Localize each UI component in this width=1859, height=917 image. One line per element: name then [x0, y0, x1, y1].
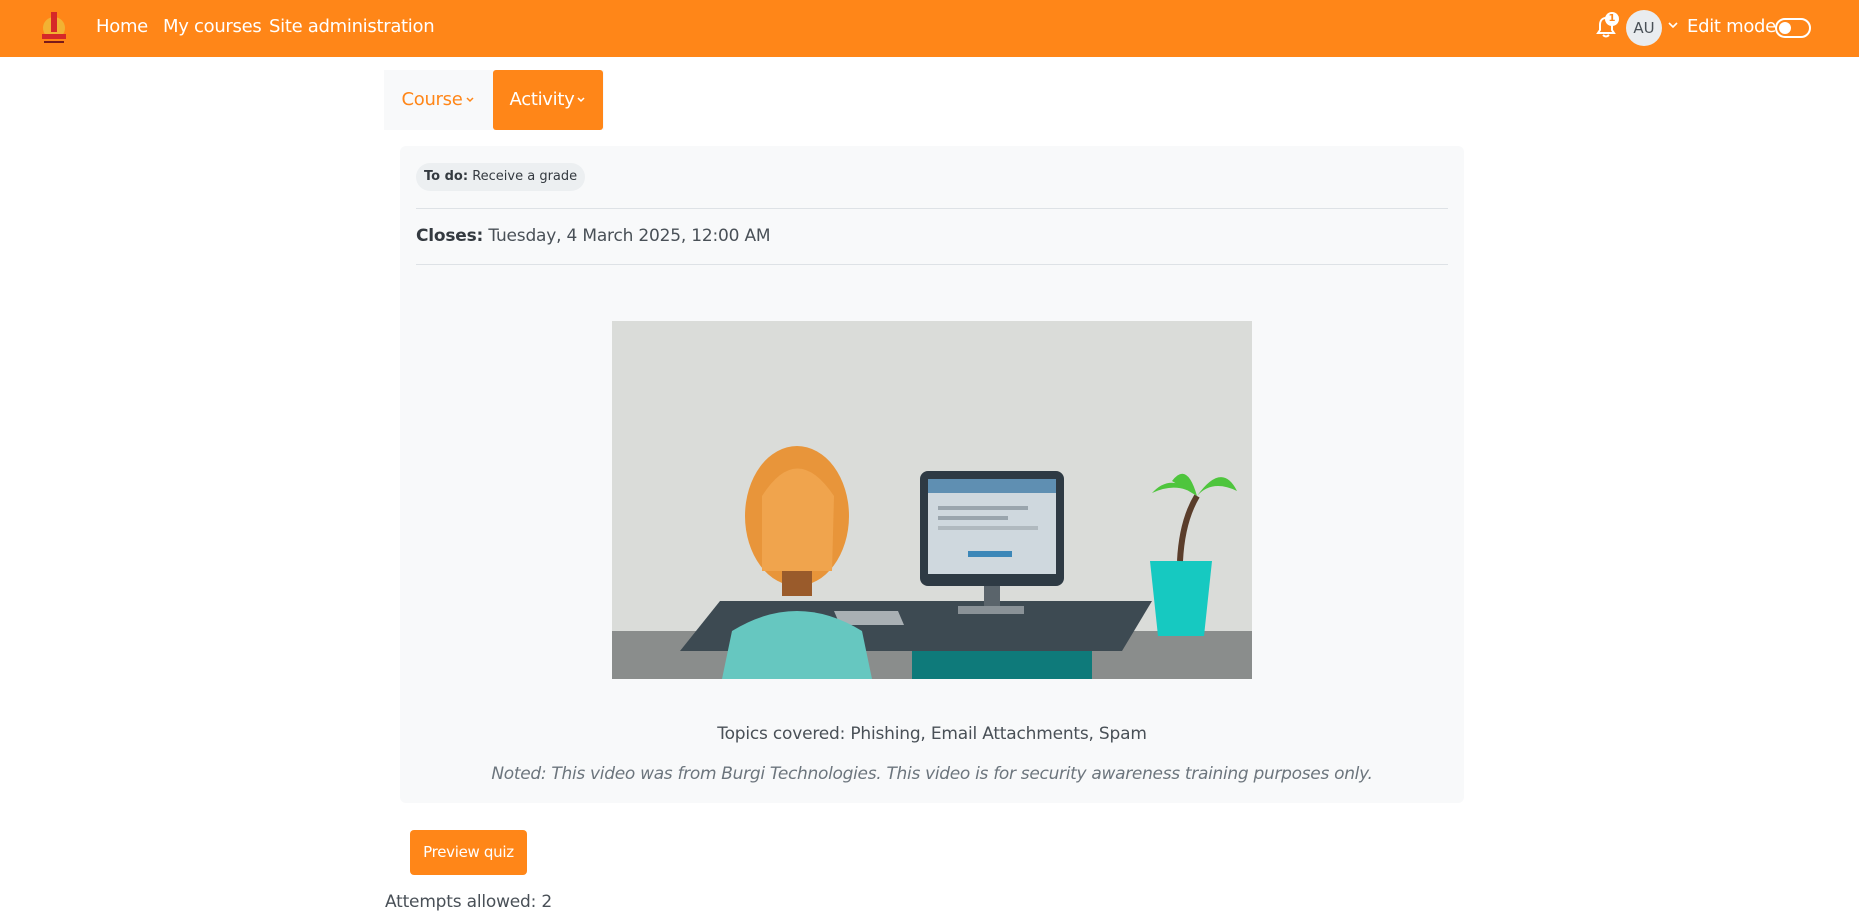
- todo-badge: To do: Receive a grade: [416, 163, 586, 191]
- video-thumbnail-image: [612, 321, 1252, 679]
- topics-covered-text: Topics covered: Phishing, Email Attachme…: [717, 724, 1147, 744]
- chevron-down-icon: [465, 97, 474, 103]
- tab-course[interactable]: Course: [384, 70, 492, 130]
- notification-count-badge: 1: [1605, 12, 1619, 26]
- closes-label: Closes:: [416, 226, 484, 246]
- chevron-down-icon: [577, 97, 585, 103]
- toggle-knob: [1779, 22, 1791, 34]
- todo-prefix: To do:: [424, 169, 469, 184]
- edit-mode-label: Edit mode: [1687, 16, 1776, 37]
- divider: [416, 264, 1448, 265]
- closes-value: Tuesday, 4 March 2025, 12:00 AM: [488, 226, 771, 246]
- nav-home-link[interactable]: Home: [96, 16, 148, 37]
- video-source-note: Noted: This video was from Burgi Technol…: [491, 764, 1373, 784]
- site-logo-icon[interactable]: [36, 8, 72, 48]
- tab-activity-label: Activity: [509, 89, 575, 110]
- edit-mode-toggle[interactable]: [1775, 18, 1811, 38]
- top-navbar: Home My courses Site administration 1 AU…: [0, 0, 1859, 57]
- preview-quiz-button[interactable]: Preview quiz: [410, 830, 527, 875]
- nav-my-courses-link[interactable]: My courses: [163, 16, 262, 37]
- closes-date: Closes: Tuesday, 4 March 2025, 12:00 AM: [416, 226, 771, 246]
- todo-text: Receive a grade: [472, 169, 578, 184]
- attempts-allowed-text: Attempts allowed: 2: [385, 892, 552, 912]
- nav-site-administration-link[interactable]: Site administration: [269, 16, 435, 37]
- user-avatar[interactable]: AU: [1626, 10, 1662, 46]
- chevron-down-icon[interactable]: [1666, 18, 1680, 32]
- divider: [416, 208, 1448, 209]
- tab-course-label: Course: [401, 89, 463, 110]
- video-player[interactable]: [612, 321, 1252, 679]
- tab-activity[interactable]: Activity: [493, 70, 603, 130]
